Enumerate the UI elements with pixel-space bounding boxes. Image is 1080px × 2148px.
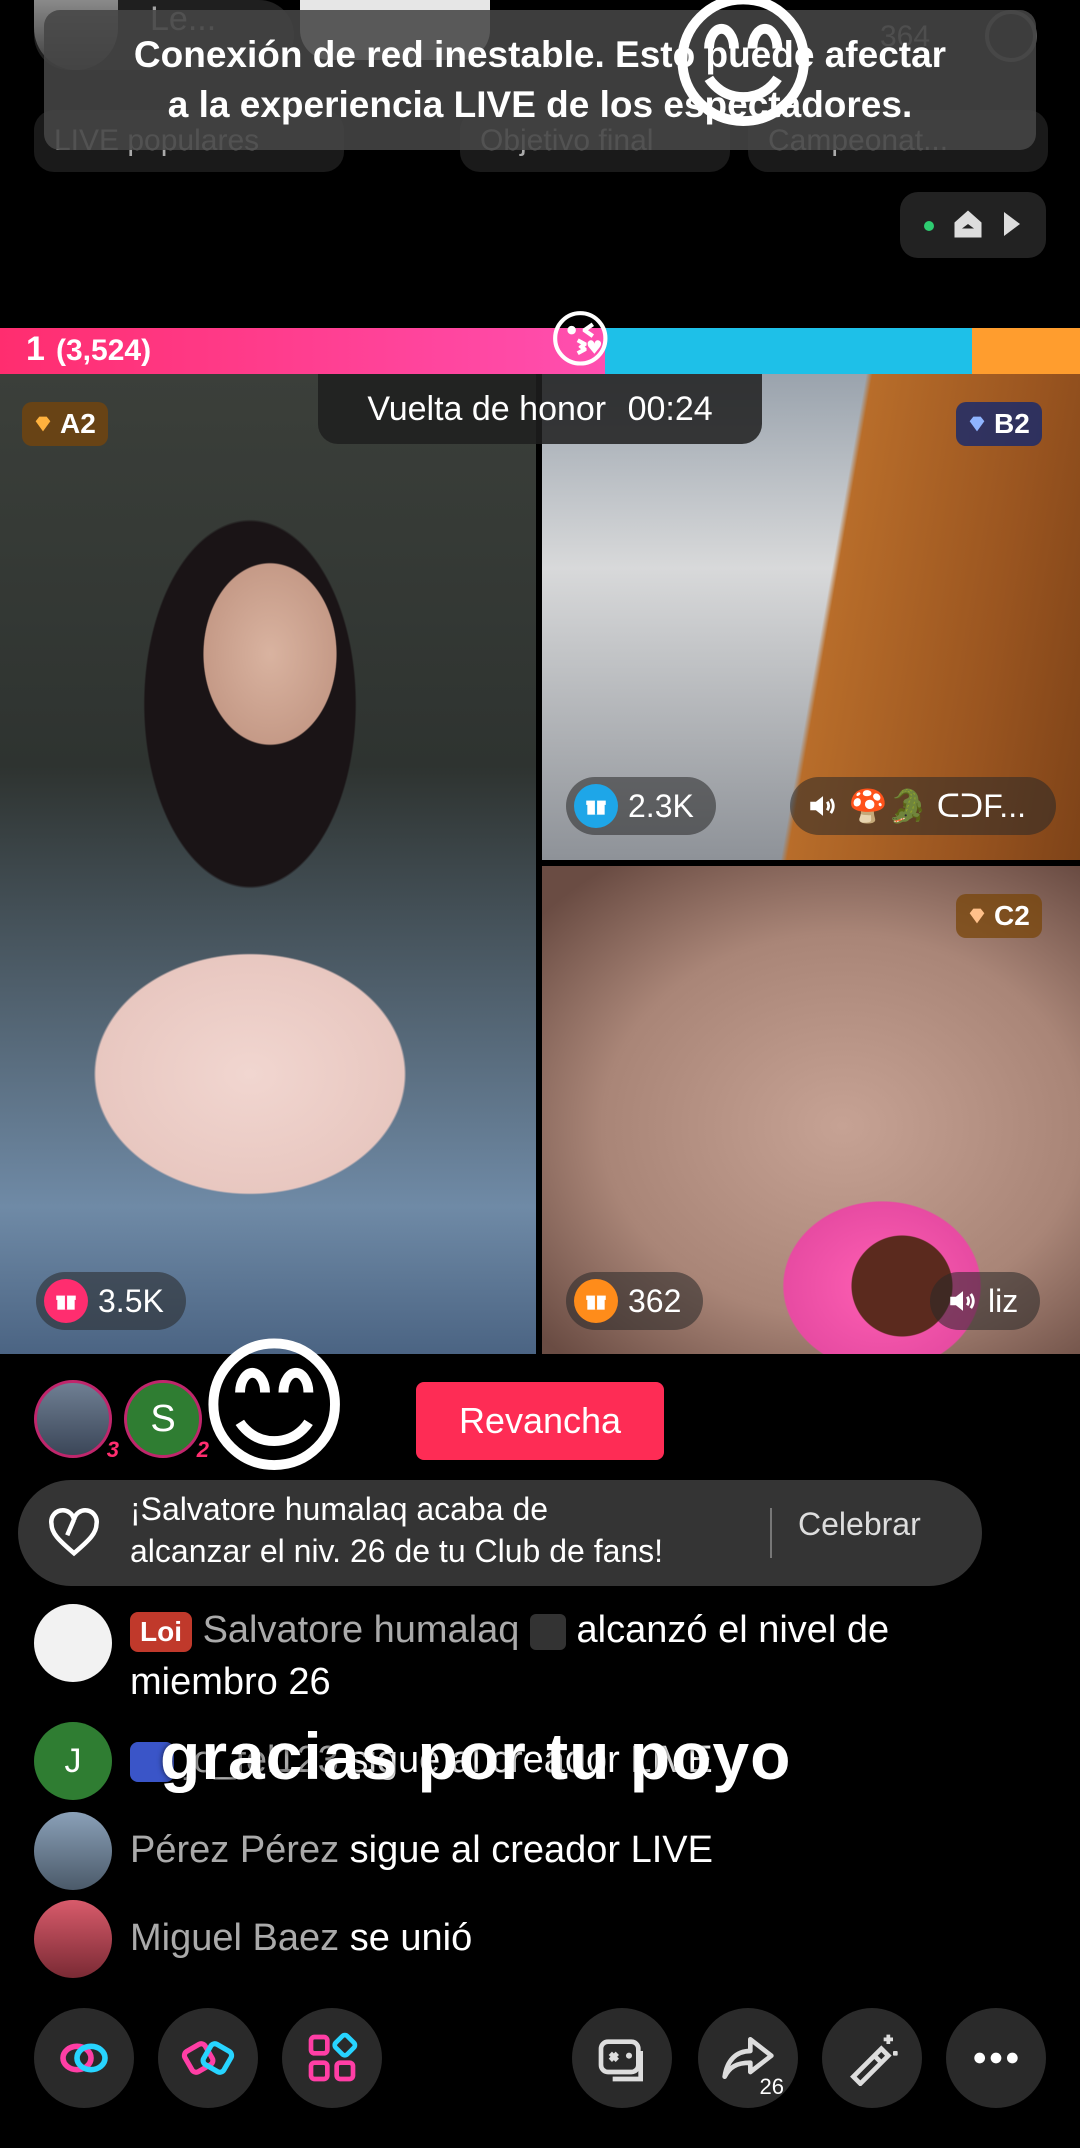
- celebration-text: ¡Salvatore humalaq acaba de alcanzar el …: [130, 1488, 770, 1572]
- video-tile-a[interactable]: [0, 374, 536, 1354]
- battle-button[interactable]: [158, 2008, 258, 2108]
- divider: [770, 1508, 772, 1558]
- round-chip-overlay: Vuelta de honor 00:24: [318, 374, 762, 444]
- speaker-icon: [810, 796, 835, 816]
- diamond-icon: [969, 908, 985, 924]
- chat-message-text-2: miembro 26: [130, 1661, 331, 1703]
- chat-text: Loi Salvatore humalaq alcanzó el nivel d…: [130, 1604, 1040, 1708]
- apps-icon: [308, 2032, 358, 2082]
- supporter-rank-1: 3: [106, 1437, 119, 1462]
- chat-username[interactable]: Pérez Pérez: [130, 1829, 339, 1871]
- gift-count-c[interactable]: 362: [566, 1272, 704, 1330]
- gift-value-c: 362: [628, 1282, 682, 1319]
- chat-message-text: alcanzó el nivel de: [576, 1609, 890, 1651]
- play-icon: [1004, 212, 1020, 236]
- heart-icon: [49, 1508, 99, 1557]
- battle-score-bar: 1 (3,524): [0, 328, 1080, 374]
- chat-message: Miguel Baez se unió: [34, 1900, 1044, 1980]
- diamond-icon: [969, 416, 985, 432]
- tile-divider: [536, 374, 542, 1354]
- house-icon: [954, 210, 982, 238]
- link-button[interactable]: [34, 2008, 134, 2108]
- round-timer-overlay: 00:24: [627, 390, 713, 428]
- chat-message: Pérez Pérez sigue al creador LIVE: [34, 1812, 1044, 1892]
- speaker-chip-c[interactable]: liz: [930, 1272, 1041, 1330]
- smile-emoji-sticker-2: 😊: [196, 1323, 353, 1491]
- celebration-line-2: alcanzar el niv. 26 de tu Club de fans!: [130, 1533, 664, 1569]
- gift-icon: [44, 1279, 88, 1323]
- speaker-icon: [950, 1291, 975, 1311]
- gift-value-a: 3.5K: [98, 1282, 164, 1319]
- position-badge-b[interactable]: B2: [956, 402, 1042, 446]
- kiss-emoji: 😘: [548, 306, 613, 375]
- fan-club-celebration-banner: ¡Salvatore humalaq acaba de alcanzar el …: [18, 1480, 982, 1586]
- chat-message-text: se unió: [349, 1917, 473, 1959]
- mini-player-control[interactable]: [900, 192, 1046, 258]
- apps-button[interactable]: [282, 2008, 382, 2108]
- share-count: 26: [759, 2074, 784, 2099]
- toast-line-2: a la experiencia LIVE de los espectadore…: [167, 84, 913, 125]
- game-icon: [598, 2039, 643, 2082]
- battle-bar-right: [972, 328, 1080, 374]
- avatar[interactable]: J: [34, 1722, 112, 1800]
- gift-count-a[interactable]: 3.5K: [36, 1272, 186, 1330]
- toast-line-1: Conexión de red inestable. Esto puede af…: [133, 34, 947, 75]
- position-label-c: C2: [994, 900, 1030, 931]
- gift-value-b: 2.3K: [628, 787, 694, 824]
- chat-text: Pérez Pérez sigue al creador LIVE: [130, 1824, 713, 1876]
- battle-icon: [181, 2041, 235, 2075]
- celebrate-button[interactable]: Celebrar: [798, 1506, 921, 1543]
- chat-message-text: sigue al creador LIVE: [349, 1829, 713, 1871]
- fan-level-badge: Loi: [130, 1611, 192, 1652]
- link-icon: [60, 2043, 108, 2073]
- gift-icon: [574, 1279, 618, 1323]
- avatar[interactable]: [34, 1900, 112, 1978]
- share-button[interactable]: 26: [698, 2008, 798, 2108]
- rematch-button[interactable]: Revancha: [416, 1382, 664, 1460]
- chat-message: Loi Salvatore humalaq alcanzó el nivel d…: [34, 1604, 1044, 1734]
- gift-icon: [574, 784, 618, 828]
- celebration-line-1: ¡Salvatore humalaq acaba de: [130, 1491, 549, 1527]
- speaker-name-c: liz: [988, 1282, 1019, 1319]
- battle-bar-mid: [605, 328, 972, 374]
- battle-rank: 1: [26, 330, 45, 368]
- fan-badge-label: Loi: [140, 1615, 182, 1647]
- avatar-initial: J: [64, 1741, 82, 1780]
- chat-username[interactable]: Miguel Baez: [130, 1917, 339, 1959]
- chat-username[interactable]: Salvatore humalaq: [203, 1609, 520, 1651]
- position-badge-c[interactable]: C2: [956, 894, 1042, 938]
- gift-count-b[interactable]: 2.3K: [566, 777, 716, 835]
- supporter-initial: S: [150, 1397, 176, 1440]
- speaker-chip-b[interactable]: 🍄🐊 ᑕᑐF...: [790, 777, 1056, 835]
- more-button[interactable]: [946, 2008, 1046, 2108]
- game-button[interactable]: [572, 2008, 672, 2108]
- top-supporter-1[interactable]: 3: [34, 1380, 119, 1462]
- top-supporter-2[interactable]: S 2: [124, 1380, 209, 1462]
- position-badge-a[interactable]: A2: [22, 402, 108, 446]
- position-label-b: B2: [994, 408, 1030, 439]
- avatar[interactable]: [34, 1812, 112, 1890]
- overlay-caption: gracias por tu poyo: [160, 1719, 792, 1793]
- position-label-a: A2: [60, 408, 96, 439]
- battle-score: (3,524): [56, 334, 152, 367]
- avatar[interactable]: [34, 1604, 112, 1682]
- network-warning-toast: Conexión de red inestable. Esto puede af…: [44, 10, 1036, 150]
- speaker-name-b: 🍄🐊 ᑕᑐF...: [848, 788, 1026, 824]
- live-dot: [924, 221, 934, 231]
- member-icon: [529, 1613, 566, 1650]
- round-label-overlay: Vuelta de honor: [367, 390, 607, 428]
- diamond-icon: [35, 416, 51, 432]
- magic-wand-icon: [850, 2034, 898, 2086]
- smile-emoji-sticker: 😊: [665, 0, 822, 147]
- more-icon: [974, 2052, 1018, 2064]
- magic-wand-button[interactable]: [822, 2008, 922, 2108]
- chat-text: Miguel Baez se unió: [130, 1912, 472, 1964]
